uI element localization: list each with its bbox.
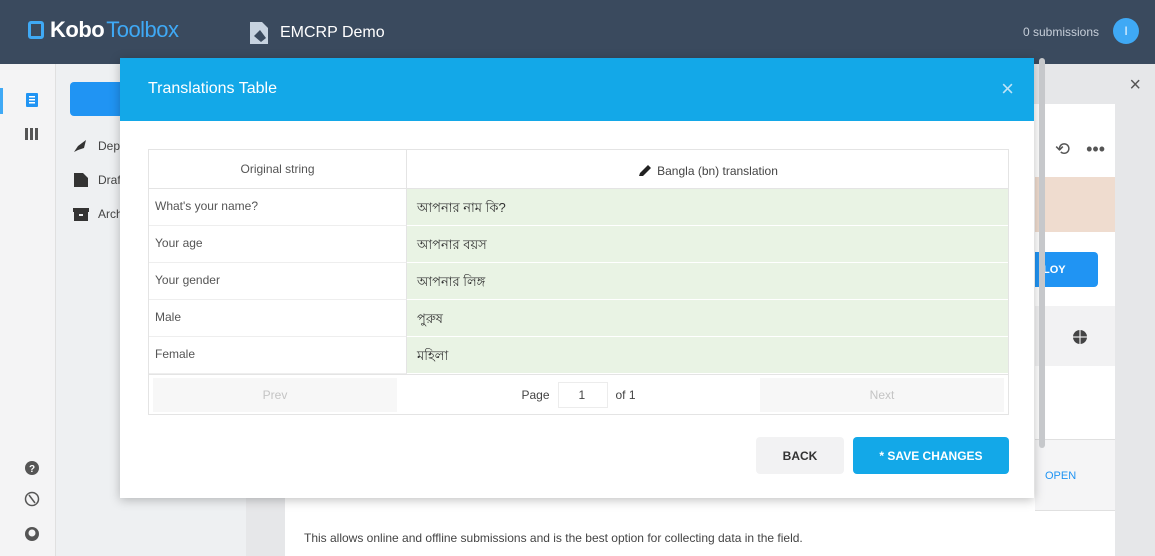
column-header-translation-label: Bangla (bn) translation xyxy=(657,164,778,178)
kobo-logo-icon xyxy=(28,21,44,39)
open-link[interactable]: OPEN xyxy=(1035,439,1115,511)
sidebar-item-label: Dep xyxy=(98,139,121,153)
page-indicator: Page 1 of 1 xyxy=(401,381,756,408)
kobotoolbox-logo[interactable]: Kobo Toolbox xyxy=(28,17,179,43)
scrollbar[interactable] xyxy=(1039,58,1045,448)
sidebar-item-draft[interactable]: Draf xyxy=(72,172,121,188)
table-pagination: Prev Page 1 of 1 Next xyxy=(149,374,1008,414)
warning-banner xyxy=(1035,177,1115,232)
sidebar-item-label: Arch xyxy=(98,207,123,221)
language-icon[interactable] xyxy=(24,491,40,507)
svg-text:?: ? xyxy=(29,464,35,475)
forms-icon[interactable] xyxy=(24,92,40,108)
column-header-original: Original string xyxy=(149,150,407,188)
translations-modal: Translations Table × Original string Ban… xyxy=(120,58,1034,498)
modal-title: Translations Table xyxy=(148,80,277,97)
translation-cell[interactable]: আপনার লিঙ্গ xyxy=(407,263,1008,300)
table-row: Male পুরুষ xyxy=(149,300,1008,337)
page-total: of 1 xyxy=(615,387,636,402)
page-number-input[interactable]: 1 xyxy=(557,381,608,408)
help-icon[interactable]: ? xyxy=(24,460,40,476)
original-string-cell: Your gender xyxy=(149,263,407,300)
sync-icon[interactable]: ⟲ xyxy=(1055,139,1070,160)
table-row: Your age আপনার বয়স xyxy=(149,226,1008,263)
original-string-cell: Your age xyxy=(149,226,407,263)
form-deploy-icon xyxy=(250,22,268,44)
rocket-icon xyxy=(74,140,86,152)
table-row: Female মহিলা xyxy=(149,337,1008,374)
sidebar-item-deployed[interactable]: Dep xyxy=(72,138,120,154)
sidebar-item-label: Draf xyxy=(98,173,121,187)
translation-cell[interactable]: মহিলা xyxy=(407,337,1008,374)
submissions-count: 0 submissions xyxy=(1022,25,1099,39)
library-icon[interactable] xyxy=(24,126,40,142)
project-title: EMCRP Demo xyxy=(280,24,385,41)
left-rail: ? xyxy=(0,64,56,556)
top-bar: Kobo Toolbox EMCRP Demo 0 submissions I xyxy=(0,0,1155,64)
logo-text-bold: Kobo xyxy=(50,17,105,42)
original-string-cell: What's your name? xyxy=(149,189,407,226)
form-toolbar: ⟲ ••• xyxy=(1055,139,1105,160)
pencil-icon xyxy=(639,165,652,176)
save-changes-button[interactable]: * SAVE CHANGES xyxy=(853,437,1009,474)
original-string-cell: Male xyxy=(149,300,407,337)
close-icon[interactable]: × xyxy=(1129,74,1141,97)
translation-cell[interactable]: পুরুষ xyxy=(407,300,1008,337)
user-avatar[interactable]: I xyxy=(1113,18,1139,44)
page-label: Page xyxy=(521,387,550,402)
modal-header: Translations Table × xyxy=(120,58,1034,121)
prev-page-button[interactable]: Prev xyxy=(153,377,397,412)
translations-table: Original string Bangla (bn) translation … xyxy=(148,149,1009,415)
collect-description: This allows online and offline submissio… xyxy=(304,531,803,545)
modal-close-icon[interactable]: × xyxy=(1001,76,1014,102)
back-button[interactable]: BACK xyxy=(756,437,844,474)
table-header: Original string Bangla (bn) translation xyxy=(149,150,1008,189)
more-options-icon[interactable]: ••• xyxy=(1086,139,1105,160)
sidebar-item-archived[interactable]: Arch xyxy=(72,206,123,222)
logo-text-light: Toolbox xyxy=(106,17,179,42)
github-icon[interactable] xyxy=(24,526,40,542)
translation-cell[interactable]: আপনার নাম কি? xyxy=(407,189,1008,226)
next-page-button[interactable]: Next xyxy=(760,377,1004,412)
table-row: What's your name? আপনার নাম কি? xyxy=(149,189,1008,226)
rail-active-indicator xyxy=(0,88,3,114)
project-header: EMCRP Demo xyxy=(248,20,385,46)
draft-icon xyxy=(74,173,88,187)
column-header-translation[interactable]: Bangla (bn) translation xyxy=(407,150,1008,188)
archive-icon xyxy=(73,208,89,221)
globe-icon[interactable] xyxy=(1072,329,1088,345)
original-string-cell: Female xyxy=(149,337,407,374)
translation-cell[interactable]: আপনার বয়স xyxy=(407,226,1008,263)
table-row: Your gender আপনার লিঙ্গ xyxy=(149,263,1008,300)
